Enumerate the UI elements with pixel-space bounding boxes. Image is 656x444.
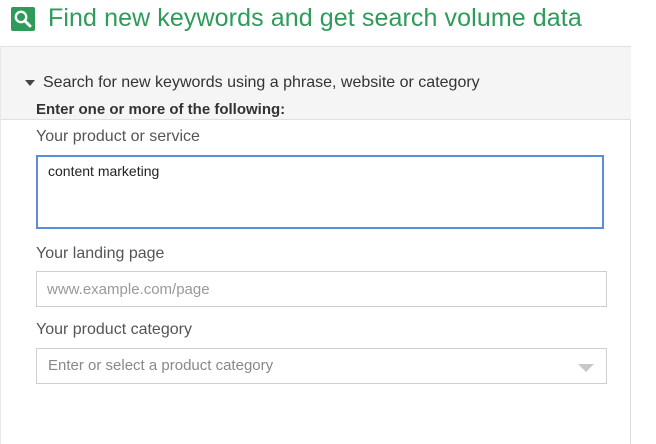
landing-page-input[interactable] xyxy=(36,271,607,307)
product-category-label: Your product category xyxy=(36,321,192,338)
category-placeholder: Enter or select a product category xyxy=(48,357,274,374)
caret-down-icon xyxy=(25,80,35,86)
product-category-select[interactable]: Enter or select a product category xyxy=(36,348,607,384)
product-service-input[interactable]: content marketing xyxy=(36,155,604,229)
product-field-label: Your product or service xyxy=(36,128,200,145)
page-header: Find new keywords and get search volume … xyxy=(0,0,656,44)
keyword-planner-page: Find new keywords and get search volume … xyxy=(0,0,656,444)
form-intro: Enter one or more of the following: xyxy=(36,101,286,118)
page-title: Find new keywords and get search volume … xyxy=(48,4,582,32)
dropdown-arrow-icon[interactable] xyxy=(578,364,594,372)
landing-page-label: Your landing page xyxy=(36,245,165,262)
section-title: Search for new keywords using a phrase, … xyxy=(43,74,480,91)
search-icon xyxy=(11,7,35,31)
